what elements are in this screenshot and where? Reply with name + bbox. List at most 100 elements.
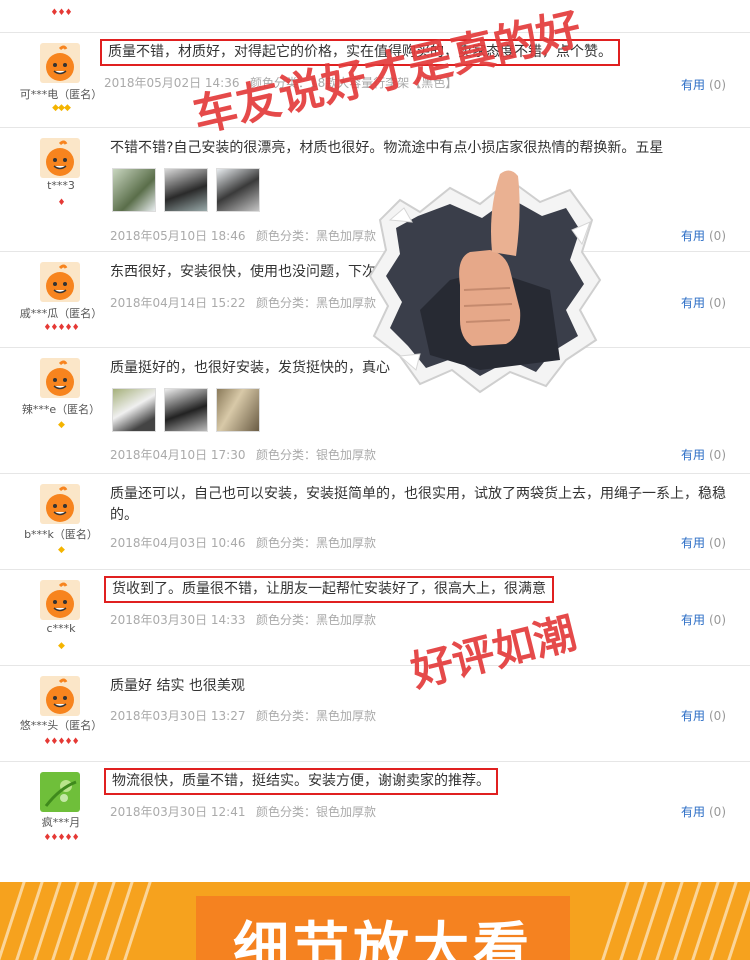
review-time: 2018年03月30日 14:33 xyxy=(110,613,246,627)
useful-label: 有用 xyxy=(680,229,705,243)
user-name: 戚***瓜（匿名） xyxy=(19,307,103,320)
user-name: 辣***e（匿名） xyxy=(21,403,101,416)
user-rank: ♦♦♦♦♦ xyxy=(43,833,79,843)
avatar xyxy=(40,484,80,524)
user-rank: ♦♦♦♦♦ xyxy=(43,323,79,333)
taobao-mascot-icon xyxy=(40,358,80,398)
review-photo[interactable] xyxy=(112,168,156,212)
thumbs-up-icon xyxy=(368,170,602,394)
review-photos xyxy=(112,388,268,436)
taobao-mascot-icon xyxy=(40,484,80,524)
user-rank: ♦ xyxy=(57,198,65,208)
useful-button[interactable]: 有用 (0) xyxy=(681,803,726,820)
review-meta: 2018年03月30日 14:33 颜色分类：黑色加厚款 xyxy=(110,611,376,628)
review-item: b***k（匿名） ◆ 质量还可以，自己也可以安装，安装挺简单的，也很实用，试放… xyxy=(0,474,750,570)
useful-label: 有用 xyxy=(680,613,705,627)
useful-button[interactable]: 有用 (0) xyxy=(681,76,726,93)
review-photo[interactable] xyxy=(164,388,208,432)
useful-button[interactable]: 有用 (0) xyxy=(681,707,726,724)
useful-count: (0) xyxy=(709,613,726,627)
avatar xyxy=(40,262,80,302)
useful-label: 有用 xyxy=(680,709,705,723)
review-meta: 2018年03月30日 12:41 颜色分类：银色加厚款 xyxy=(110,803,376,820)
review-variant: 颜色分类：银色加厚款 xyxy=(256,805,377,819)
review-variant: 颜色分类：黑色加厚款 xyxy=(256,296,377,310)
useful-button[interactable]: 有用 (0) xyxy=(681,534,726,551)
banner-title: 细节放大看 xyxy=(233,917,533,960)
review-variant: 颜色分类：黑色加厚款 xyxy=(256,229,377,243)
user-rank: ♦♦♦ xyxy=(50,8,72,18)
useful-count: (0) xyxy=(709,229,726,243)
review-time: 2018年04月14日 15:22 xyxy=(110,296,246,310)
review-photo[interactable] xyxy=(216,168,260,212)
review-variant: 颜色分类：黑色加厚款 xyxy=(256,709,377,723)
review-variant: 颜色分类：黑色加厚款 xyxy=(256,613,377,627)
review-photos xyxy=(112,168,268,216)
useful-count: (0) xyxy=(709,448,726,462)
useful-count: (0) xyxy=(709,536,726,550)
user-rank: ◆ xyxy=(58,641,65,651)
avatar xyxy=(40,772,80,812)
useful-button[interactable]: 有用 (0) xyxy=(681,227,726,244)
review-meta: 2018年05月10日 18:46 颜色分类：黑色加厚款 xyxy=(110,227,376,244)
review-item: c***k ◆ 货收到了。质量很不错，让朋友一起帮忙安装好了，很高大上，很满意 … xyxy=(0,570,750,666)
banner-title-box: 细节放大看 xyxy=(196,896,570,960)
review-text: 质量挺好的，也很好安装，发货挺快的，真心 xyxy=(110,360,390,376)
review-time: 2018年05月10日 18:46 xyxy=(110,229,246,243)
leaf-avatar-icon xyxy=(40,772,80,812)
review-meta: 2018年04月03日 10:46 颜色分类：黑色加厚款 xyxy=(110,534,376,551)
user-name: 疯***月 xyxy=(41,816,81,829)
taobao-mascot-icon xyxy=(40,262,80,302)
useful-label: 有用 xyxy=(680,805,705,819)
user-name: 悠***头（匿名） xyxy=(19,719,103,732)
user-rank: ◆ xyxy=(58,420,65,430)
useful-button[interactable]: 有用 (0) xyxy=(681,611,726,628)
thumbs-up-graphic xyxy=(360,160,610,400)
user-rank: ◆◆◆ xyxy=(52,103,71,113)
review-variant: 颜色分类：银色加厚款 xyxy=(256,448,377,462)
review-text: 货收到了。质量很不错，让朋友一起帮忙安装好了，很高大上，很满意 xyxy=(104,576,554,603)
useful-count: (0) xyxy=(709,805,726,819)
review-text: 质量好 结实 也很美观 xyxy=(110,678,245,694)
user-rank: ♦♦♦♦♦ xyxy=(43,737,79,747)
useful-label: 有用 xyxy=(680,296,705,310)
useful-count: (0) xyxy=(709,709,726,723)
useful-count: (0) xyxy=(709,296,726,310)
review-variant: 颜色分类：黑色加厚款 xyxy=(256,536,377,550)
review-photo[interactable] xyxy=(216,388,260,432)
review-item: 疯***月 ♦♦♦♦♦ 物流很快，质量不错，挺结实。安装方便，谢谢卖家的推荐。 … xyxy=(0,762,750,882)
avatar xyxy=(40,43,80,83)
avatar xyxy=(40,676,80,716)
review-time: 2018年04月10日 17:30 xyxy=(110,448,246,462)
useful-label: 有用 xyxy=(680,78,705,92)
review-item: 悠***头（匿名） ♦♦♦♦♦ 质量好 结实 也很美观 2018年03月30日 … xyxy=(0,666,750,762)
taobao-mascot-icon xyxy=(40,676,80,716)
user-name: t***3 xyxy=(47,179,75,192)
review-meta: 2018年03月30日 13:27 颜色分类：黑色加厚款 xyxy=(110,707,376,724)
avatar xyxy=(40,358,80,398)
taobao-mascot-icon xyxy=(40,580,80,620)
review-text: 不错不错?自己安装的很漂亮，材质也很好。物流途中有点小损店家很热情的帮换新。五星 xyxy=(110,140,664,156)
review-photo[interactable] xyxy=(164,168,208,212)
taobao-mascot-icon xyxy=(40,43,80,83)
review-text: 质量还可以，自己也可以安装，安装挺简单的，也很实用，试放了两袋货上去，用绳子一系… xyxy=(110,486,726,523)
review-list: ♦♦♦ 可***电（匿名） ◆◆◆ 质量不错，材质好，对得起它的价格，实在值得购… xyxy=(0,0,750,882)
useful-label: 有用 xyxy=(680,536,705,550)
review-meta: 2018年04月14日 15:22 颜色分类：黑色加厚款 xyxy=(110,294,376,311)
useful-count: (0) xyxy=(709,78,726,92)
user-name: b***k（匿名） xyxy=(24,528,98,541)
taobao-mascot-icon xyxy=(40,138,80,178)
review-text: 东西很好，安装很快，使用也没问题，下次 xyxy=(110,264,376,280)
user-rank: ◆ xyxy=(58,545,65,555)
avatar xyxy=(40,138,80,178)
review-photo[interactable] xyxy=(112,388,156,432)
useful-button[interactable]: 有用 (0) xyxy=(681,446,726,463)
user-name: c***k xyxy=(46,622,76,635)
review-remnant: ♦♦♦ xyxy=(0,0,750,33)
review-time: 2018年03月30日 12:41 xyxy=(110,805,246,819)
useful-button[interactable]: 有用 (0) xyxy=(681,294,726,311)
detail-banner: 细节放大看 xyxy=(0,882,750,960)
review-text: 物流很快，质量不错，挺结实。安装方便，谢谢卖家的推荐。 xyxy=(104,768,498,795)
useful-label: 有用 xyxy=(680,448,705,462)
review-time: 2018年04月03日 10:46 xyxy=(110,536,246,550)
